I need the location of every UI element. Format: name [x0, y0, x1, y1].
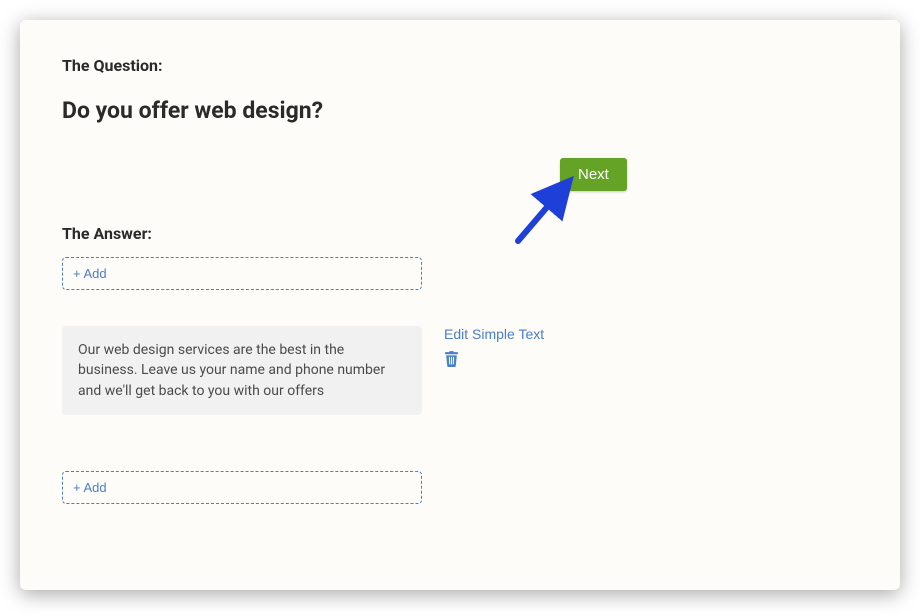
add-answer-bottom-button[interactable]: + Add [62, 471, 422, 504]
next-button[interactable]: Next [560, 158, 627, 191]
edit-simple-text-link[interactable]: Edit Simple Text [444, 326, 544, 342]
editor-panel: The Question: Do you offer web design? N… [20, 20, 900, 590]
question-label: The Question: [62, 56, 858, 75]
answer-card: Our web design services are the best in … [62, 326, 422, 415]
trash-icon[interactable] [444, 350, 459, 367]
question-text: Do you offer web design? [62, 97, 858, 124]
add-answer-top-button[interactable]: + Add [62, 257, 422, 290]
answer-row: Our web design services are the best in … [62, 326, 858, 415]
answer-actions: Edit Simple Text [444, 326, 544, 367]
answer-label: The Answer: [62, 224, 858, 243]
